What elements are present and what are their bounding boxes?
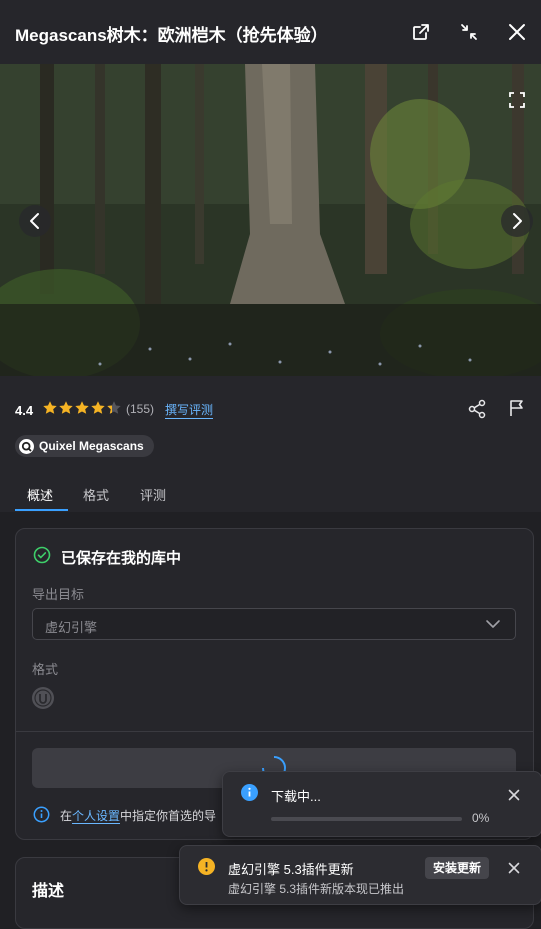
publisher-badge[interactable]: Quixel Megascans bbox=[15, 435, 154, 457]
unreal-logo-icon bbox=[34, 689, 52, 707]
update-toast: 虚幻引擎 5.3插件更新 虚幻引擎 5.3插件新版本现已推出 安装更新 bbox=[179, 845, 541, 905]
star-icon bbox=[91, 401, 105, 414]
chevron-left-icon bbox=[30, 213, 39, 229]
update-toast-title: 虚幻引擎 5.3插件更新 bbox=[228, 862, 354, 877]
publisher-name: Quixel Megascans bbox=[39, 439, 144, 453]
export-target-label: 导出目标 bbox=[32, 587, 85, 602]
write-review-link[interactable]: 撰写评测 bbox=[165, 401, 214, 419]
collapse-icon[interactable] bbox=[457, 20, 481, 44]
update-toast-subtitle: 虚幻引擎 5.3插件新版本现已推出 bbox=[228, 882, 405, 896]
download-toast-title: 下载中... bbox=[271, 789, 321, 804]
star-rating bbox=[43, 401, 121, 414]
download-toast: 下载中... 0% bbox=[222, 771, 541, 837]
external-link-icon[interactable] bbox=[409, 20, 433, 44]
unreal-engine-icon[interactable] bbox=[32, 687, 54, 709]
star-icon bbox=[75, 401, 89, 414]
personal-settings-link[interactable]: 个人设置 bbox=[72, 809, 121, 824]
card-divider bbox=[16, 731, 533, 732]
product-meta: 4.4 (155) 撰写评测 Quixel Megascans 概述 格式 评测 bbox=[0, 376, 541, 512]
saved-status: 已保存在我的库中 bbox=[61, 550, 182, 567]
next-image-button[interactable] bbox=[501, 205, 533, 237]
close-icon[interactable] bbox=[506, 787, 522, 803]
settings-note: 在个人设置中指定你首选的导 bbox=[60, 809, 217, 824]
star-icon bbox=[59, 401, 73, 414]
install-update-button[interactable]: 安装更新 bbox=[425, 857, 490, 879]
warning-icon bbox=[198, 858, 215, 875]
tab-reviews[interactable]: 评测 bbox=[140, 485, 166, 504]
page-title: Megascans树木：欧洲桤木（抢先体验） bbox=[15, 26, 328, 45]
rating-count: (155) bbox=[126, 402, 155, 416]
quixel-logo-icon bbox=[19, 438, 34, 454]
share-icon[interactable] bbox=[467, 399, 487, 419]
tab-formats[interactable]: 格式 bbox=[83, 485, 109, 504]
fullscreen-icon[interactable] bbox=[508, 91, 526, 109]
download-progress-bar bbox=[271, 817, 462, 821]
export-target-select[interactable]: 虚幻引擎 bbox=[32, 608, 516, 640]
tab-overview[interactable]: 概述 bbox=[27, 485, 53, 504]
previous-image-button[interactable] bbox=[19, 205, 51, 237]
product-image bbox=[0, 64, 541, 376]
close-icon[interactable] bbox=[505, 20, 529, 44]
star-icon bbox=[43, 401, 57, 414]
window-header: Megascans树木：欧洲桤木（抢先体验） bbox=[0, 0, 541, 64]
forest-image bbox=[0, 64, 541, 376]
info-filled-icon bbox=[241, 784, 258, 801]
download-percent: 0% bbox=[472, 811, 490, 825]
rating-value: 4.4 bbox=[15, 403, 34, 418]
check-circle-icon bbox=[33, 546, 51, 564]
active-tab-indicator bbox=[15, 509, 68, 511]
description-title: 描述 bbox=[32, 883, 65, 900]
export-target-value: 虚幻引擎 bbox=[45, 620, 98, 635]
flag-icon[interactable] bbox=[507, 398, 527, 418]
format-label: 格式 bbox=[32, 662, 59, 677]
chevron-right-icon bbox=[513, 213, 522, 229]
info-icon bbox=[33, 806, 50, 823]
close-icon[interactable] bbox=[506, 860, 522, 876]
chevron-down-icon bbox=[486, 620, 500, 628]
